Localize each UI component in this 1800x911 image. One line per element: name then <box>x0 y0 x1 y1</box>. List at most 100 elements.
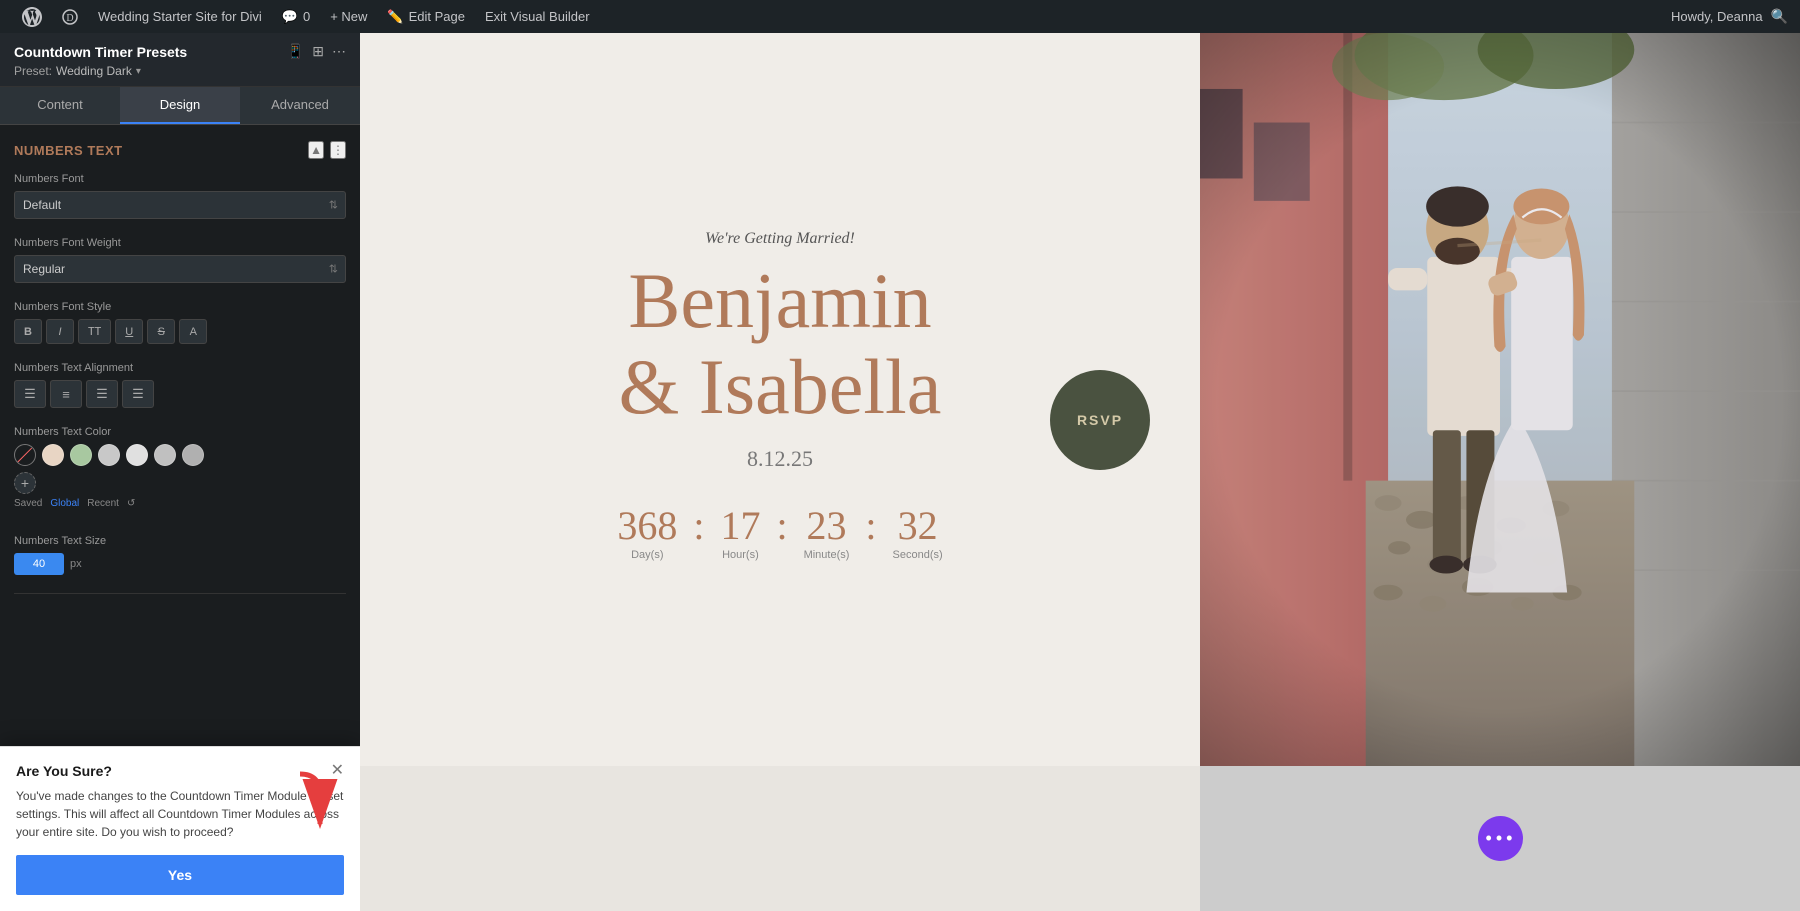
dots-icon: ••• <box>1486 828 1515 849</box>
separator-2: : <box>776 502 787 561</box>
color-swatch-2[interactable] <box>70 444 92 466</box>
tab-content[interactable]: Content <box>0 87 120 124</box>
style-italic-btn[interactable]: I <box>46 319 74 344</box>
numbers-text-size-label: Numbers Text Size <box>14 535 346 547</box>
style-tt-btn[interactable]: TT <box>78 319 111 344</box>
tab-bar: Content Design Advanced <box>0 87 360 125</box>
countdown-timer: 368 Day(s) : 17 Hour(s) : 23 Minute(s) : <box>601 502 958 561</box>
color-swatches <box>14 444 346 466</box>
numbers-font-style-field: Numbers Font Style B I TT U S A <box>14 301 346 344</box>
rsvp-button[interactable]: RSVP <box>1050 370 1150 470</box>
style-underline-btn[interactable]: U <box>115 319 143 344</box>
size-input-row: px <box>14 553 346 575</box>
seconds-label: Second(s) <box>893 549 943 561</box>
hours-number: 17 <box>720 502 760 549</box>
preset-dropdown-arrow: ▾ <box>136 66 141 77</box>
comments-item[interactable]: 💬 0 <box>272 0 320 33</box>
color-swatch-6[interactable] <box>182 444 204 466</box>
collapse-icon[interactable]: ▲ <box>308 141 324 159</box>
comment-icon: 💬 <box>282 9 298 25</box>
wedding-subtitle: We're Getting Married! <box>705 230 855 248</box>
bottom-right-content: ••• <box>1200 766 1800 911</box>
color-tag-recent[interactable]: Recent <box>87 498 119 509</box>
color-tag-global[interactable]: Global <box>50 498 79 509</box>
bottom-left-content <box>360 766 1200 911</box>
color-add-row: + <box>14 472 346 494</box>
confirm-title: Are You Sure? <box>16 763 112 779</box>
confirm-close-button[interactable]: ✕ <box>331 763 344 779</box>
divi-icon-item[interactable]: D <box>52 0 88 33</box>
section-options-icon[interactable]: ⋮ <box>330 141 346 159</box>
alignment-buttons: ☰ ≡ ☰ ☰ <box>14 380 346 408</box>
separator-3: : <box>865 502 876 561</box>
purple-menu-button[interactable]: ••• <box>1478 816 1523 861</box>
tab-advanced[interactable]: Advanced <box>240 87 360 124</box>
style-strikethrough-btn[interactable]: S <box>147 319 175 344</box>
scroll-padding <box>14 602 346 642</box>
add-color-btn[interactable]: + <box>14 472 36 494</box>
minutes-label: Minute(s) <box>804 549 850 561</box>
countdown-minutes: 23 Minute(s) <box>788 502 866 561</box>
color-swatch-1[interactable] <box>42 444 64 466</box>
confirm-dialog: Are You Sure? ✕ You've made changes to t… <box>0 746 360 911</box>
days-label: Day(s) <box>617 549 677 561</box>
color-swatch-4[interactable] <box>126 444 148 466</box>
numbers-text-alignment-field: Numbers Text Alignment ☰ ≡ ☰ ☰ <box>14 362 346 408</box>
bottom-section: ••• <box>360 766 1800 911</box>
align-left-btn[interactable]: ☰ <box>14 380 46 408</box>
wedding-names: Benjamin & Isabella <box>619 258 942 430</box>
layout-icon[interactable]: ⊞ <box>312 43 324 60</box>
left-panel: Countdown Timer Presets 📱 ⊞ ⋯ Preset: We… <box>0 33 360 911</box>
new-item[interactable]: + New <box>320 0 377 33</box>
align-justify-btn[interactable]: ☰ <box>122 380 154 408</box>
color-swatch-none[interactable] <box>14 444 36 466</box>
align-center-btn[interactable]: ≡ <box>50 380 82 408</box>
numbers-font-select[interactable]: Default <box>14 191 346 219</box>
wp-logo-item[interactable] <box>12 0 52 33</box>
color-swatch-3[interactable] <box>98 444 120 466</box>
color-tag-saved[interactable]: Saved <box>14 498 42 509</box>
svg-text:D: D <box>66 13 73 24</box>
site-name-label: Wedding Starter Site for Divi <box>98 9 262 24</box>
panel-header: Countdown Timer Presets 📱 ⊞ ⋯ Preset: We… <box>0 33 360 87</box>
style-bold-btn[interactable]: B <box>14 319 42 344</box>
preset-label: Preset: <box>14 64 52 78</box>
search-button[interactable]: 🔍 <box>1771 8 1788 25</box>
numbers-text-color-label: Numbers Text Color <box>14 426 346 438</box>
style-uppercase-btn[interactable]: A <box>179 319 207 344</box>
wedding-page: We're Getting Married! Benjamin & Isabel… <box>360 33 1800 766</box>
edit-icon: ✏️ <box>387 9 403 25</box>
numbers-text-alignment-label: Numbers Text Alignment <box>14 362 346 374</box>
new-label: + New <box>330 9 367 24</box>
align-right-btn[interactable]: ☰ <box>86 380 118 408</box>
minutes-number: 23 <box>804 502 850 549</box>
comment-count: 0 <box>303 9 310 24</box>
numbers-font-style-label: Numbers Font Style <box>14 301 346 313</box>
numbers-font-weight-label: Numbers Font Weight <box>14 237 346 249</box>
wedding-date: 8.12.25 <box>747 446 813 472</box>
edit-page-item[interactable]: ✏️ Edit Page <box>377 0 475 33</box>
exit-builder-item[interactable]: Exit Visual Builder <box>475 0 600 33</box>
color-tags: Saved Global Recent ↺ <box>14 498 346 509</box>
countdown-days: 368 Day(s) <box>601 502 693 561</box>
tab-design[interactable]: Design <box>120 87 240 124</box>
wedding-photo <box>1200 33 1800 766</box>
responsive-icon[interactable]: 📱 <box>287 43 304 60</box>
color-tag-reset[interactable]: ↺ <box>127 498 135 509</box>
section-title: Numbers Text <box>14 143 123 158</box>
preset-name: Wedding Dark <box>56 64 132 78</box>
numbers-text-size-field: Numbers Text Size px <box>14 527 346 575</box>
color-swatch-5[interactable] <box>154 444 176 466</box>
countdown-hours: 17 Hour(s) <box>704 502 776 561</box>
numbers-font-weight-field: Numbers Font Weight Regular <box>14 237 346 283</box>
numbers-font-field: Numbers Font Default <box>14 173 346 219</box>
confirm-yes-button[interactable]: Yes <box>16 855 344 895</box>
wedding-content-left: We're Getting Married! Benjamin & Isabel… <box>360 33 1200 766</box>
hours-label: Hour(s) <box>720 549 760 561</box>
numbers-text-color-field: Numbers Text Color + Saved Global Rece <box>14 426 346 509</box>
confirm-message: You've made changes to the Countdown Tim… <box>16 787 344 841</box>
size-input[interactable] <box>14 553 64 575</box>
site-name-item[interactable]: Wedding Starter Site for Divi <box>88 0 272 33</box>
numbers-font-weight-select[interactable]: Regular <box>14 255 346 283</box>
more-options-icon[interactable]: ⋯ <box>332 43 346 60</box>
